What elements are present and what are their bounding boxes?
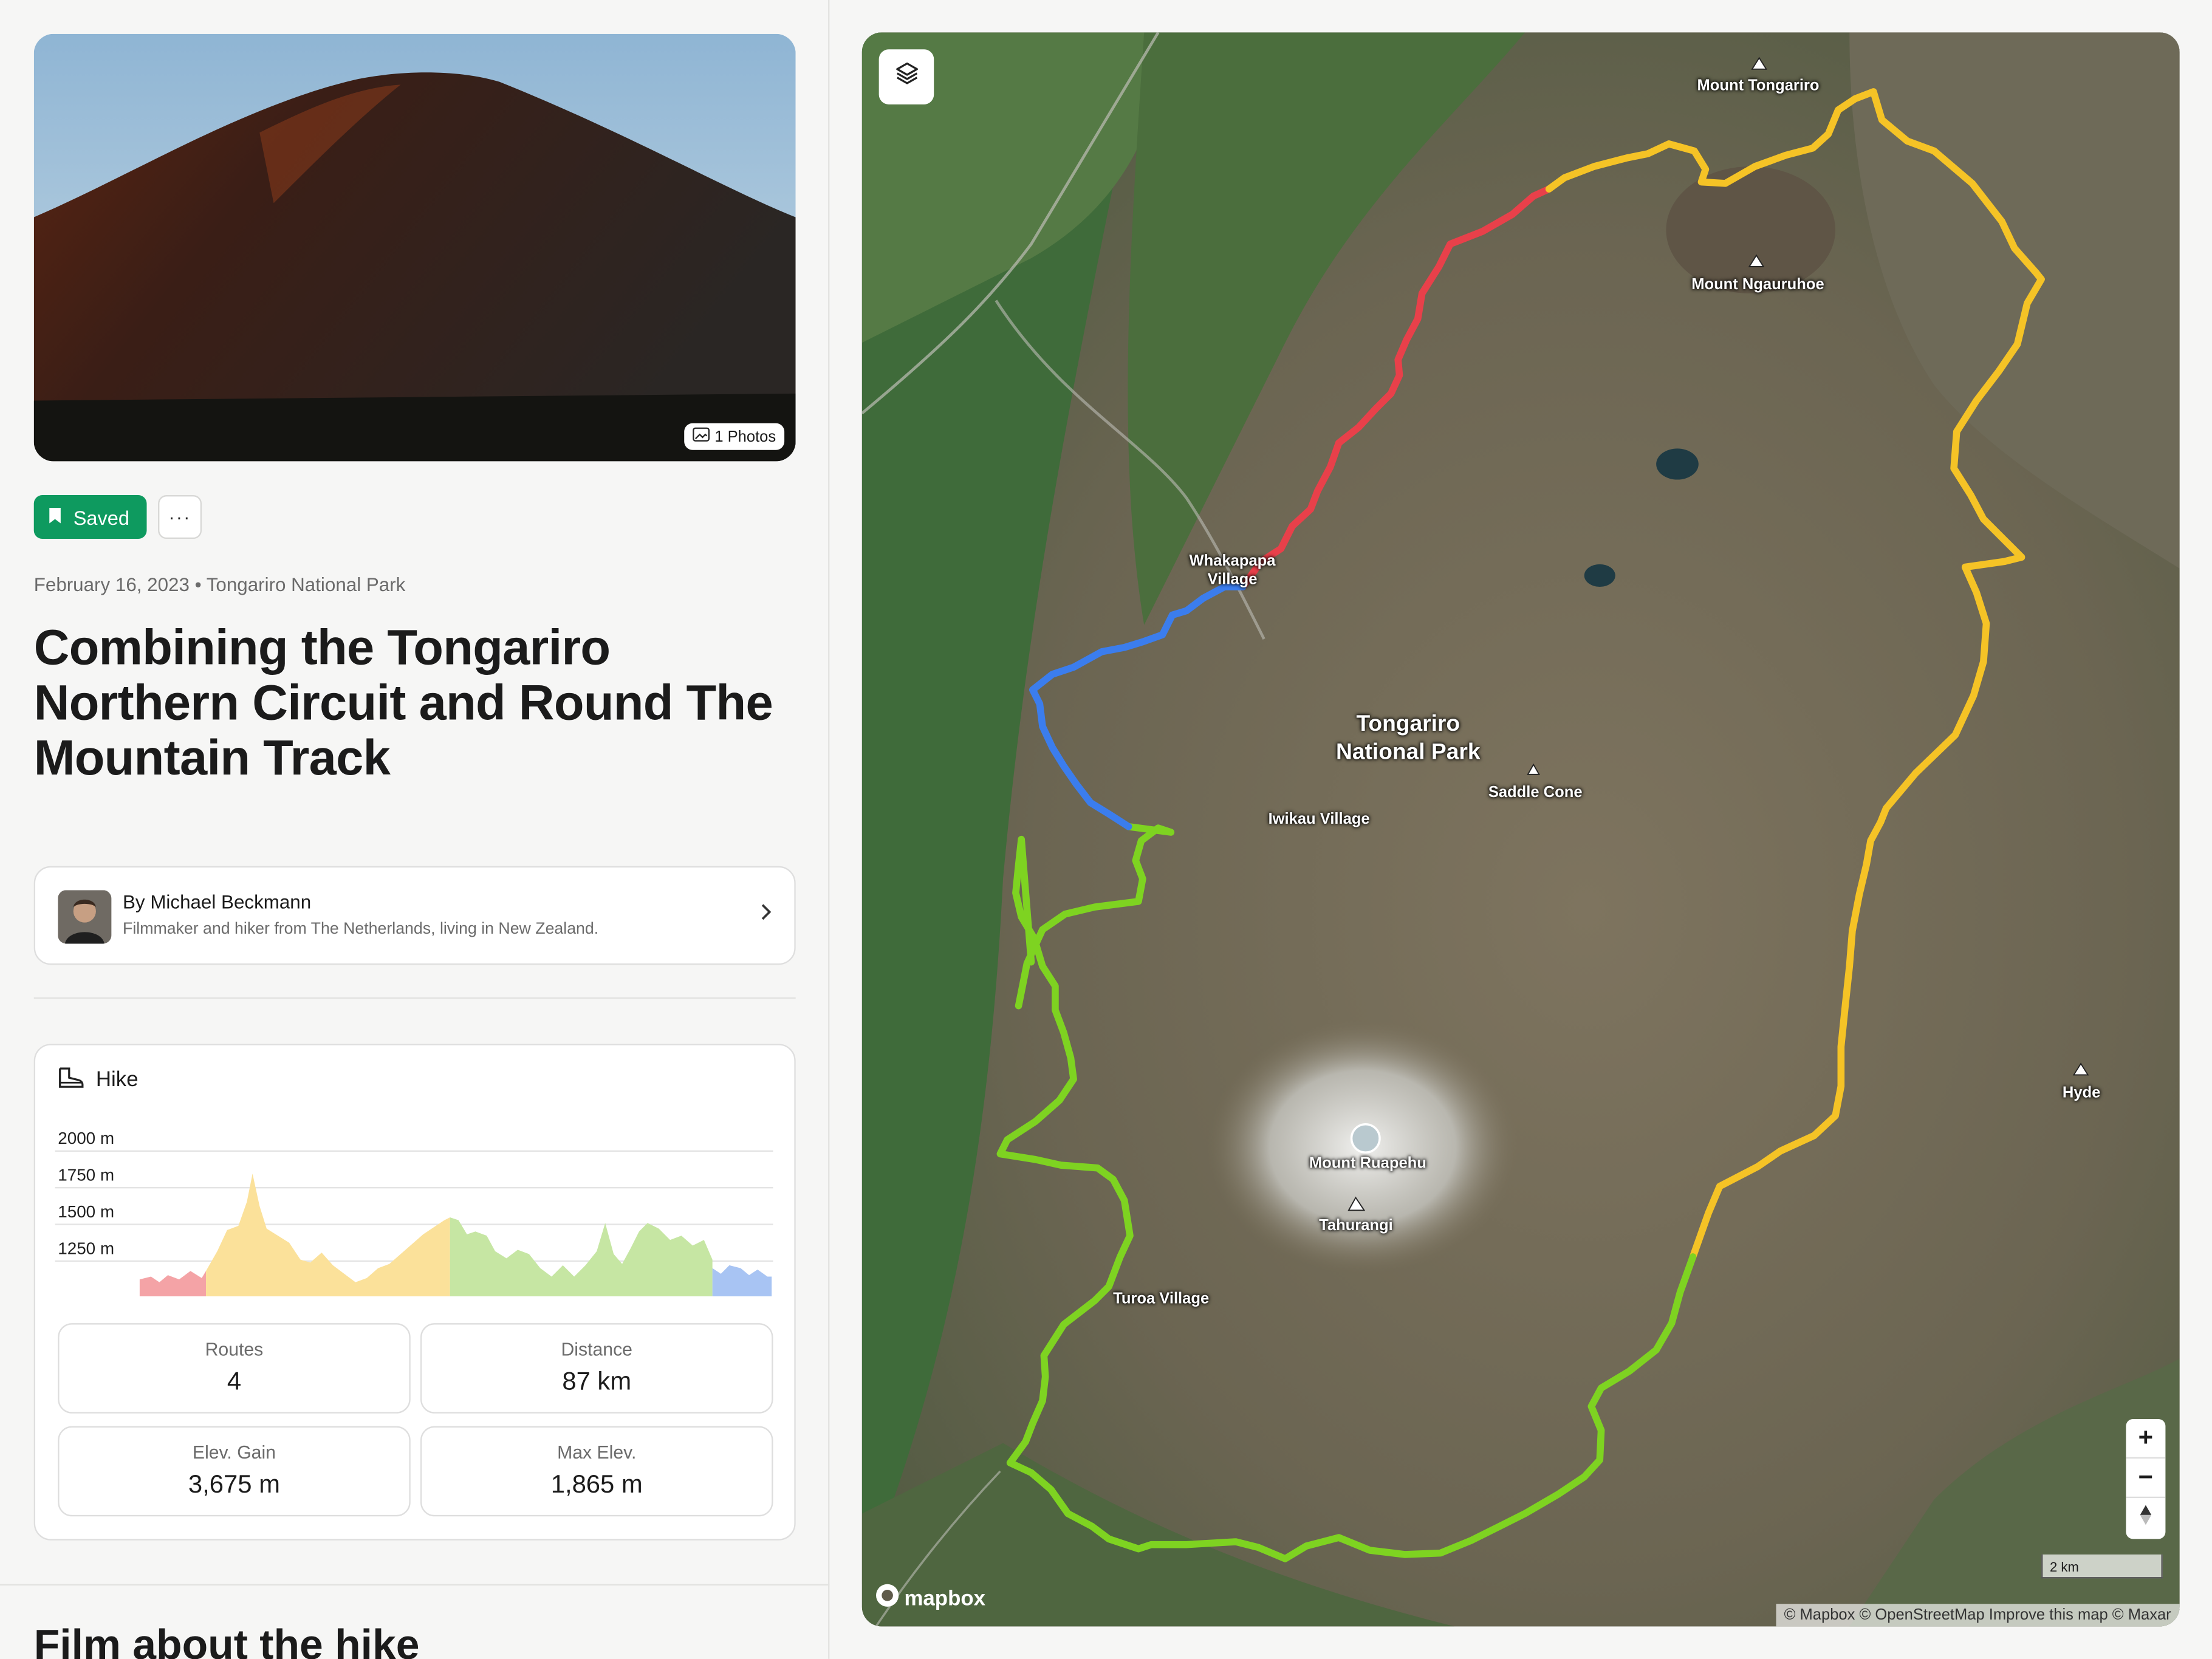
- scale-bar: 2 km: [2041, 1554, 2163, 1579]
- map-label-tahurangi: Tahurangi: [1319, 1217, 1393, 1234]
- stat-value: 87 km: [562, 1367, 632, 1395]
- activity-type: Hike: [95, 1067, 139, 1092]
- elevation-segment-red: [139, 1271, 207, 1297]
- mapbox-logo[interactable]: mapbox: [875, 1582, 985, 1613]
- chevron-right-icon: [761, 903, 772, 928]
- post-location: Tongariro National Park: [206, 574, 406, 595]
- photos-badge[interactable]: 1 Photos: [683, 423, 785, 450]
- elevation-segment-blue: [712, 1265, 772, 1297]
- map-label-mount-tongariro: Mount Tongariro: [1697, 77, 1820, 95]
- saved-button[interactable]: Saved: [33, 495, 147, 539]
- image-icon: [692, 427, 710, 446]
- post-meta: February 16, 2023 • Tongariro National P…: [34, 574, 406, 595]
- y-tick-1500: 1500 m: [58, 1202, 114, 1221]
- map-label-saddle-cone: Saddle Cone: [1488, 784, 1583, 801]
- map-label-iwikau: Iwikau Village: [1268, 811, 1370, 829]
- stat-max-elev: Max Elev. 1,865 m: [420, 1426, 773, 1517]
- zoom-out-button[interactable]: −: [2126, 1459, 2166, 1499]
- layers-button[interactable]: [878, 49, 934, 104]
- mapbox-icon: [875, 1582, 900, 1613]
- stat-value: 1,865 m: [550, 1469, 643, 1499]
- stat-label: Distance: [561, 1338, 632, 1360]
- map-label-turoa: Turoa Village: [1113, 1290, 1210, 1308]
- y-tick-2000: 2000 m: [58, 1129, 114, 1148]
- y-tick-1750: 1750 m: [58, 1166, 114, 1185]
- stat-label: Max Elev.: [557, 1442, 637, 1463]
- compass-button[interactable]: [2126, 1498, 2165, 1538]
- stat-label: Elev. Gain: [192, 1442, 276, 1463]
- zoom-in-button[interactable]: +: [2126, 1419, 2166, 1459]
- page-title: Combining the Tongariro Northern Circuit…: [33, 620, 773, 786]
- stat-elev-gain: Elev. Gain 3,675 m: [58, 1426, 411, 1517]
- map-label-park: Tongariro National Park: [1336, 712, 1481, 765]
- map-label-whakapapa: Whakapapa Village: [1189, 553, 1276, 589]
- stat-distance: Distance 87 km: [420, 1323, 773, 1414]
- stat-value: 4: [227, 1367, 242, 1395]
- divider: [33, 997, 796, 999]
- post-date: February 16, 2023: [33, 574, 190, 595]
- compass-icon: [2138, 1503, 2152, 1533]
- elevation-segment-yellow: [206, 1173, 450, 1297]
- map-label-ruapehu: Mount Ruapehu: [1309, 1155, 1426, 1172]
- elevation-profile-chart: 2000 m 1750 m 1500 m 1250 m: [55, 1129, 773, 1297]
- meta-separator: •: [189, 574, 207, 595]
- plus-icon: +: [2138, 1423, 2154, 1452]
- mapbox-wordmark: mapbox: [904, 1586, 986, 1610]
- map-label-hyde: Hyde: [2062, 1084, 2101, 1102]
- zoom-controls: + −: [2126, 1419, 2166, 1539]
- hero-photo[interactable]: 1 Photos: [33, 33, 796, 462]
- hiking-boot-icon: [58, 1067, 84, 1096]
- summit-marker-icon: [1350, 1123, 1381, 1154]
- section-title: Film about the hike: [33, 1622, 420, 1659]
- bookmark-icon: [48, 505, 62, 528]
- volcano-image: [33, 33, 796, 462]
- stat-value: 3,675 m: [188, 1469, 280, 1499]
- satellite-map: [861, 32, 2180, 1627]
- divider: [0, 1584, 830, 1586]
- map-label-mount-ngauruhoe: Mount Ngauruhoe: [1691, 276, 1824, 293]
- y-tick-1250: 1250 m: [58, 1239, 114, 1257]
- map-view[interactable]: Mount Tongariro Mount Ngauruhoe Whakapap…: [861, 32, 2180, 1627]
- author-card[interactable]: By Michael Beckmann Filmmaker and hiker …: [33, 866, 796, 965]
- layers-icon: [894, 61, 919, 93]
- photos-count: 1 Photos: [714, 428, 776, 445]
- stat-routes: Routes 4: [58, 1323, 411, 1414]
- more-options-button[interactable]: ···: [158, 495, 202, 539]
- minus-icon: −: [2138, 1463, 2154, 1491]
- saved-label: Saved: [73, 505, 129, 528]
- left-panel: 1 Photos Saved ··· February 16, 2023 • T…: [0, 0, 830, 1659]
- stat-label: Routes: [205, 1338, 264, 1360]
- author-bio: Filmmaker and hiker from The Netherlands…: [123, 921, 599, 939]
- author-name: By Michael Beckmann: [123, 891, 312, 913]
- hike-stats-card: Hike 2000 m 1750 m 1500 m 1250 m Routes: [33, 1044, 796, 1541]
- avatar: [58, 890, 112, 944]
- elevation-segment-green: [450, 1217, 713, 1297]
- map-attribution[interactable]: © Mapbox © OpenStreetMap Improve this ma…: [1775, 1604, 2180, 1627]
